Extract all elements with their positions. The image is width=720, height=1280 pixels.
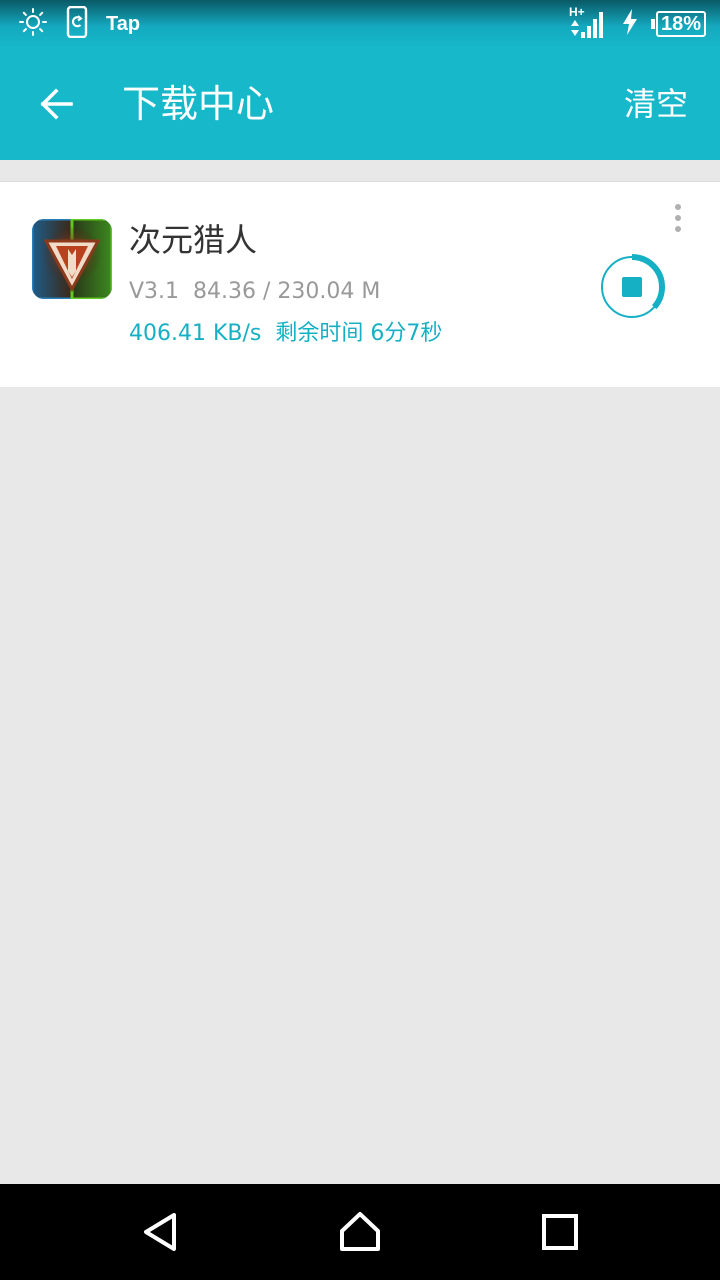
battery-percent: 18% <box>655 11 706 37</box>
recents-icon <box>542 1214 578 1250</box>
signal-icon: H+ <box>569 4 609 44</box>
stop-icon <box>622 277 642 297</box>
battery-nub <box>650 19 655 29</box>
more-dot <box>675 215 681 221</box>
stop-download-button[interactable] <box>598 253 666 321</box>
back-button[interactable] <box>30 76 82 132</box>
download-app-name: 次元猎人 <box>129 221 258 259</box>
charging-icon <box>621 8 639 40</box>
home-icon <box>340 1212 380 1251</box>
nav-back-button[interactable] <box>134 1206 186 1258</box>
status-bar-left: Tap <box>18 5 141 42</box>
nav-home-button[interactable] <box>334 1206 386 1258</box>
download-list-item[interactable]: 次元猎人 V3.1 84.36 / 230.04 M 406.41 KB/s 剩… <box>0 181 720 387</box>
screenshot-icon <box>66 5 88 42</box>
brightness-icon <box>18 7 48 41</box>
app-bar: 下载中心 清空 <box>0 48 720 160</box>
arrow-left-icon <box>40 88 73 120</box>
system-nav-bar <box>0 1184 720 1280</box>
nav-recents-button[interactable] <box>534 1206 586 1258</box>
network-type-label: H+ <box>569 5 585 19</box>
page-title: 下载中心 <box>122 82 275 126</box>
more-vert-icon[interactable] <box>666 202 690 234</box>
clear-button[interactable]: 清空 <box>624 80 688 128</box>
more-dot <box>675 204 681 210</box>
status-app-label: Tap <box>106 12 141 35</box>
download-version-size: V3.1 84.36 / 230.04 M <box>129 279 381 304</box>
battery-indicator: 18% <box>650 11 706 37</box>
download-speed-remaining: 406.41 KB/s 剩余时间 6分7秒 <box>129 321 443 346</box>
more-dot <box>675 226 681 232</box>
status-bar-right: H+ 18% <box>569 4 706 44</box>
app-icon <box>32 219 112 299</box>
back-triangle-icon <box>144 1213 176 1251</box>
status-bar: Tap H+ 18% <box>0 0 720 48</box>
